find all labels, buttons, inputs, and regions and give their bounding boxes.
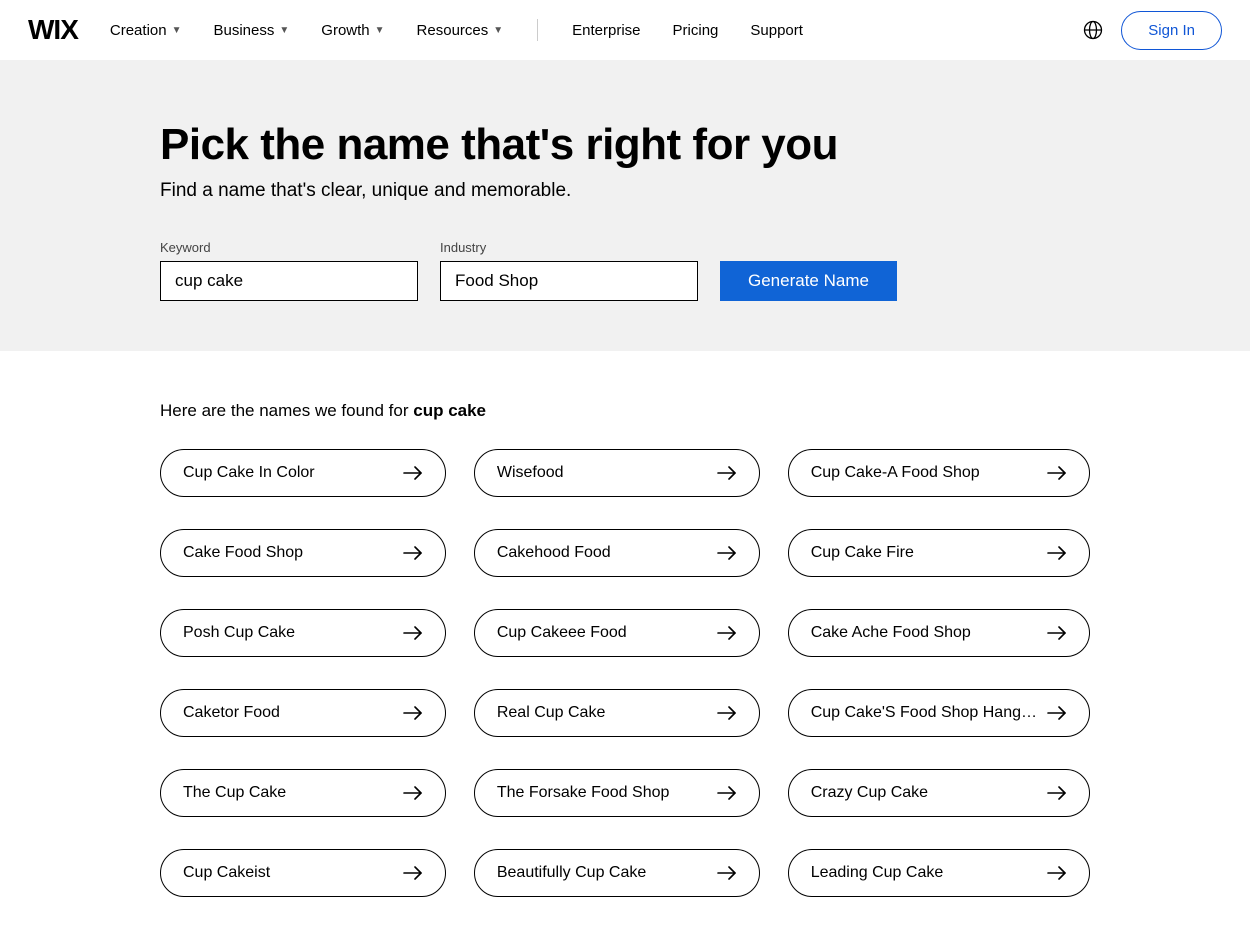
site-header: WIX Creation ▼ Business ▼ Growth ▼ Resou… <box>0 0 1250 60</box>
signin-button[interactable]: Sign In <box>1121 11 1222 50</box>
name-result-text: Cake Food Shop <box>183 544 313 562</box>
name-result-pill[interactable]: The Forsake Food Shop <box>474 769 760 817</box>
arrow-right-icon <box>1047 706 1067 720</box>
arrow-right-icon <box>403 626 423 640</box>
name-result-pill[interactable]: The Cup Cake <box>160 769 446 817</box>
results-section: Here are the names we found for cup cake… <box>0 351 1250 937</box>
nav-resources[interactable]: Resources ▼ <box>417 22 504 39</box>
nav-resources-label: Resources <box>417 22 489 39</box>
name-result-text: Posh Cup Cake <box>183 624 305 642</box>
name-result-text: Real Cup Cake <box>497 704 616 722</box>
name-result-pill[interactable]: Cup Cake In Color <box>160 449 446 497</box>
name-result-text: The Cup Cake <box>183 784 296 802</box>
arrow-right-icon <box>403 546 423 560</box>
chevron-down-icon: ▼ <box>279 25 289 36</box>
name-result-text: Cup Cakeee Food <box>497 624 637 642</box>
main-nav: Creation ▼ Business ▼ Growth ▼ Resources… <box>110 19 803 41</box>
name-result-pill[interactable]: Real Cup Cake <box>474 689 760 737</box>
industry-label: Industry <box>440 240 698 255</box>
keyword-field-wrapper: Keyword <box>160 240 418 301</box>
name-result-pill[interactable]: Cup Cake Fire <box>788 529 1090 577</box>
arrow-right-icon <box>717 466 737 480</box>
nav-pricing[interactable]: Pricing <box>673 22 719 39</box>
hero-section: Pick the name that's right for you Find … <box>0 60 1250 351</box>
name-result-text: Crazy Cup Cake <box>811 784 938 802</box>
name-result-pill[interactable]: Caketor Food <box>160 689 446 737</box>
name-result-text: Cup Cake-A Food Shop <box>811 464 990 482</box>
arrow-right-icon <box>403 786 423 800</box>
name-result-text: Leading Cup Cake <box>811 864 954 882</box>
name-result-text: Caketor Food <box>183 704 290 722</box>
nav-support-label: Support <box>750 22 803 39</box>
industry-input[interactable] <box>440 261 698 301</box>
name-result-pill[interactable]: Wisefood <box>474 449 760 497</box>
name-result-text: Cup Cake'S Food Shop Hang… <box>811 704 1047 722</box>
arrow-right-icon <box>1047 466 1067 480</box>
name-result-text: Cup Cake Fire <box>811 544 924 562</box>
results-intro-prefix: Here are the names we found for <box>160 401 413 420</box>
results-grid: Cup Cake In Color Wisefood Cup Cake-A Food… <box>160 449 1090 897</box>
arrow-right-icon <box>717 626 737 640</box>
nav-enterprise-label: Enterprise <box>572 22 640 39</box>
name-result-pill[interactable]: Cup Cake-A Food Shop <box>788 449 1090 497</box>
results-intro-keyword: cup cake <box>413 401 486 420</box>
arrow-right-icon <box>1047 866 1067 880</box>
name-result-pill[interactable]: Posh Cup Cake <box>160 609 446 657</box>
arrow-right-icon <box>717 866 737 880</box>
name-result-text: Cup Cake In Color <box>183 464 325 482</box>
nav-pricing-label: Pricing <box>673 22 719 39</box>
name-result-pill[interactable]: Cup Cake'S Food Shop Hang… <box>788 689 1090 737</box>
name-result-pill[interactable]: Cake Food Shop <box>160 529 446 577</box>
name-result-text: Beautifully Cup Cake <box>497 864 656 882</box>
name-result-pill[interactable]: Cake Ache Food Shop <box>788 609 1090 657</box>
arrow-right-icon <box>717 546 737 560</box>
name-result-pill[interactable]: Beautifully Cup Cake <box>474 849 760 897</box>
nav-business[interactable]: Business ▼ <box>214 22 290 39</box>
nav-growth-label: Growth <box>321 22 369 39</box>
name-result-text: Cakehood Food <box>497 544 621 562</box>
nav-business-label: Business <box>214 22 275 39</box>
generate-button[interactable]: Generate Name <box>720 261 897 301</box>
generator-form: Keyword Industry Generate Name <box>160 240 1090 301</box>
chevron-down-icon: ▼ <box>375 25 385 36</box>
chevron-down-icon: ▼ <box>493 25 503 36</box>
arrow-right-icon <box>1047 546 1067 560</box>
name-result-pill[interactable]: Leading Cup Cake <box>788 849 1090 897</box>
name-result-text: Wisefood <box>497 464 574 482</box>
nav-support[interactable]: Support <box>750 22 803 39</box>
chevron-down-icon: ▼ <box>172 25 182 36</box>
name-result-text: The Forsake Food Shop <box>497 784 680 802</box>
arrow-right-icon <box>403 466 423 480</box>
keyword-label: Keyword <box>160 240 418 255</box>
nav-creation-label: Creation <box>110 22 167 39</box>
name-result-pill[interactable]: Cup Cakeist <box>160 849 446 897</box>
nav-creation[interactable]: Creation ▼ <box>110 22 182 39</box>
arrow-right-icon <box>717 706 737 720</box>
name-result-pill[interactable]: Cup Cakeee Food <box>474 609 760 657</box>
wix-logo[interactable]: WIX <box>28 14 78 46</box>
arrow-right-icon <box>717 786 737 800</box>
name-result-text: Cup Cakeist <box>183 864 280 882</box>
keyword-input[interactable] <box>160 261 418 301</box>
arrow-right-icon <box>403 706 423 720</box>
arrow-right-icon <box>1047 786 1067 800</box>
page-title: Pick the name that's right for you <box>160 120 1090 170</box>
nav-growth[interactable]: Growth ▼ <box>321 22 384 39</box>
name-result-pill[interactable]: Crazy Cup Cake <box>788 769 1090 817</box>
arrow-right-icon <box>1047 626 1067 640</box>
nav-divider <box>537 19 538 41</box>
language-globe-icon[interactable] <box>1083 20 1103 40</box>
nav-enterprise[interactable]: Enterprise <box>572 22 640 39</box>
name-result-text: Cake Ache Food Shop <box>811 624 981 642</box>
name-result-pill[interactable]: Cakehood Food <box>474 529 760 577</box>
results-intro: Here are the names we found for cup cake <box>160 401 1090 421</box>
page-subtitle: Find a name that's clear, unique and mem… <box>160 180 1090 202</box>
arrow-right-icon <box>403 866 423 880</box>
industry-field-wrapper: Industry <box>440 240 698 301</box>
